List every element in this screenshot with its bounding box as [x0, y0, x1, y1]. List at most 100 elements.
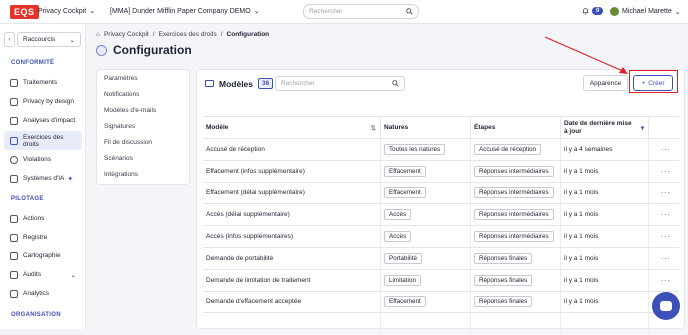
section-title-pilotage: PILOTAGE: [11, 196, 44, 202]
eqs-logo[interactable]: EQS: [10, 4, 39, 19]
sidebar-item-label: Violations: [23, 156, 52, 163]
sidebar-item-violations[interactable]: Violations: [4, 152, 82, 167]
home-icon: ⌂: [96, 31, 100, 38]
sidebar-item-privacy-by-design[interactable]: Privacy by design: [4, 94, 82, 109]
bell-icon: [582, 8, 589, 15]
shortcuts-dropdown[interactable]: Raccourcis ⌄: [17, 32, 81, 47]
table-row[interactable]: Effacement (délai supplémentaire) Efface…: [203, 182, 679, 205]
lock-icon: [10, 97, 18, 106]
sidebar-item-cartographie[interactable]: Cartographie: [4, 248, 82, 263]
highlight-annotation-box: [629, 70, 678, 93]
table-row[interactable]: Accusé de réception Toutes les natures A…: [203, 139, 679, 161]
model-cell: Effacement (infos supplémentaire): [203, 160, 381, 182]
sidebar-item-label: Privacy by design: [23, 98, 74, 105]
table-row[interactable]: Demande de limitation de traitement Limi…: [203, 269, 679, 292]
model-cell: Accusé de réception: [203, 139, 381, 160]
support-chat-button[interactable]: [652, 292, 680, 320]
more-options-icon[interactable]: ···: [661, 210, 671, 219]
more-options-icon[interactable]: ···: [661, 167, 671, 176]
nature-chip: Accès: [384, 231, 412, 243]
nature-chip: Limitation: [384, 274, 421, 286]
table-row[interactable]: Demande de portabilité Portabilité Répon…: [203, 247, 679, 270]
menu-item-fil-discussion[interactable]: Fil de discussion: [104, 139, 152, 146]
sidebar-item-analyses-impact[interactable]: Analyses d'impact: [4, 113, 82, 128]
menu-item-integrations[interactable]: Intégrations: [104, 171, 138, 178]
table-row[interactable]: [203, 313, 679, 335]
model-cell: Demande de portabilité: [203, 247, 381, 269]
company-name: [MMA] Dunder Mifflin Paper Company DEMO: [110, 7, 251, 15]
chat-icon: [10, 136, 18, 145]
table-header: Modèle ⇅ Natures Étapes Date de dernière…: [203, 116, 679, 139]
section-title-conformite: CONFORMITÉ: [11, 60, 55, 66]
table-row[interactable]: Demande d'effacement acceptée Effacement…: [203, 291, 679, 314]
menu-item-parametres[interactable]: Paramètres: [104, 75, 138, 82]
more-options-icon[interactable]: ···: [661, 145, 671, 154]
configuration-menu: Paramètres Notifications Modèles d'e-mai…: [96, 69, 190, 185]
page-title-text: Configuration: [113, 43, 192, 57]
menu-item-notifications[interactable]: Notifications: [104, 91, 139, 98]
collapse-sidebar-button[interactable]: ‹: [4, 32, 15, 47]
global-search-input[interactable]: Rechercher: [303, 4, 419, 19]
chevron-down-icon: ⌄: [89, 8, 96, 15]
more-options-icon[interactable]: ···: [661, 188, 671, 197]
user-menu[interactable]: Michael Marette ⌄: [610, 7, 681, 16]
chart-icon: [10, 116, 18, 125]
sidebar-item-exercices-des-droits[interactable]: Exercices des droits: [4, 131, 82, 150]
notifications-button[interactable]: 0: [582, 7, 604, 15]
sidebar-item-label: Systèmes d'IA: [23, 175, 65, 182]
menu-item-modeles-emails[interactable]: Modèles d'e-mails: [104, 107, 156, 114]
analytics-icon: [10, 289, 18, 298]
breadcrumb-parent[interactable]: Exercices des droits: [159, 31, 217, 38]
column-header-label: Modèle: [206, 124, 229, 131]
sidebar-item-actions[interactable]: Actions: [4, 211, 82, 226]
column-header-steps[interactable]: Étapes: [471, 117, 561, 138]
column-header-natures[interactable]: Natures: [381, 117, 471, 138]
step-chip: Réponses intermédiaires: [474, 165, 554, 177]
chevron-down-icon: ⌄: [674, 8, 681, 16]
date-cell: il y a 1 mois: [561, 182, 649, 204]
table-row[interactable]: Accès (délai supplémentaire) Accès Répon…: [203, 204, 679, 227]
appearance-button[interactable]: Apparence: [583, 75, 628, 91]
document-icon: [10, 78, 18, 87]
product-switcher[interactable]: Privacy Cockpit ⌄: [38, 7, 96, 16]
menu-item-signatures[interactable]: Signatures: [104, 123, 135, 130]
avatar: [610, 7, 619, 16]
page-title: Configuration: [96, 43, 192, 57]
panel-header: Modèles 36: [205, 78, 274, 89]
more-options-icon[interactable]: ···: [661, 276, 671, 285]
sort-icon: ⇅: [370, 124, 376, 132]
search-placeholder: Rechercher: [309, 8, 343, 15]
chevron-left-icon: ‹: [8, 36, 11, 43]
column-header-label: Natures: [384, 124, 409, 131]
sidebar-item-registre[interactable]: Registre: [4, 230, 82, 245]
sparkle-icon: ✦: [67, 175, 74, 183]
step-chip: Réponses intermédiaires: [474, 187, 554, 199]
model-cell: Demande de limitation de traitement: [203, 269, 381, 291]
company-switcher[interactable]: [MMA] Dunder Mifflin Paper Company DEMO …: [110, 7, 260, 16]
column-header-date[interactable]: Date de dernière mise à jour ▾: [561, 117, 649, 138]
menu-item-scenarios[interactable]: Scénarios: [104, 155, 133, 162]
more-options-icon[interactable]: ···: [661, 232, 671, 241]
shortcuts-label: Raccourcis: [23, 36, 56, 43]
column-header-model[interactable]: Modèle ⇅: [203, 117, 381, 138]
sidebar-item-traitements[interactable]: Traitements: [4, 75, 82, 90]
sidebar-item-systemes-ia[interactable]: Systèmes d'IA ✦: [4, 171, 82, 186]
checklist-icon: [10, 214, 18, 223]
model-cell: Accès (infos supplémentaires): [203, 226, 381, 247]
nature-chip: Accès: [384, 209, 412, 221]
table-row[interactable]: Accès (infos supplémentaires) Accès Répo…: [203, 226, 679, 248]
sidebar-item-analytics[interactable]: Analytics: [4, 286, 82, 301]
sidebar-item-label: Traitements: [23, 79, 58, 86]
sort-desc-icon: ▾: [640, 124, 644, 132]
more-options-icon[interactable]: ···: [661, 254, 671, 263]
nature-chip: Effacement: [384, 187, 426, 199]
date-cell: il y a 1 mois: [561, 269, 649, 291]
sidebar-item-audits[interactable]: Audits ⌄: [4, 267, 82, 282]
date-cell: il y a 1 mois: [561, 247, 649, 269]
breadcrumb-root[interactable]: Privacy Cockpit: [104, 31, 149, 38]
table-icon: [10, 233, 18, 242]
table-row[interactable]: Effacement (infos supplémentaire) Efface…: [203, 160, 679, 183]
model-cell: Effacement (délai supplémentaire): [203, 182, 381, 204]
map-icon: [10, 251, 18, 260]
templates-search-input[interactable]: Rechercher: [275, 76, 405, 91]
